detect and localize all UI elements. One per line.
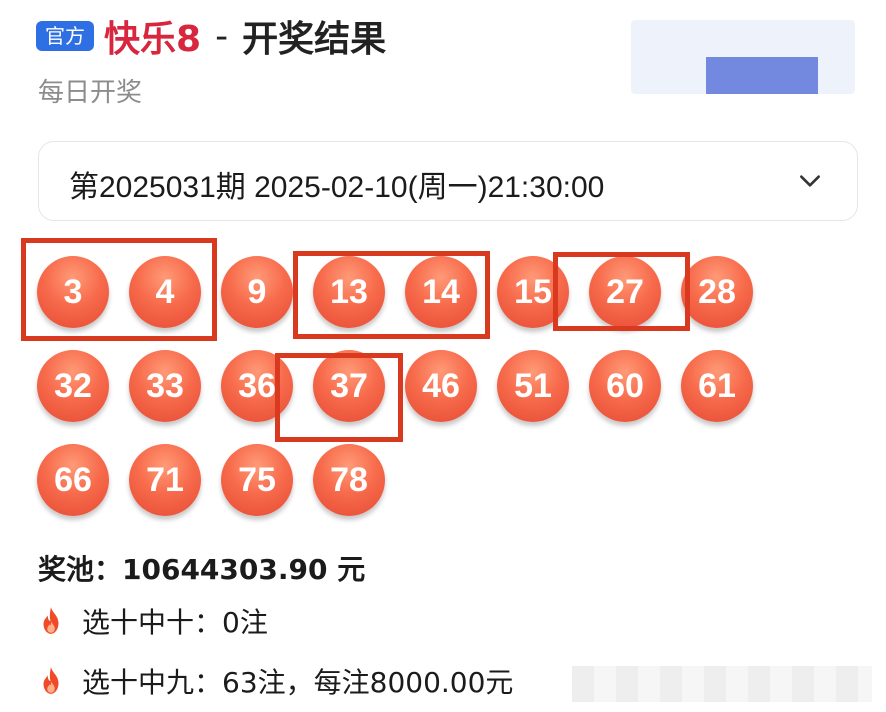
ball-number: 28: [681, 256, 753, 328]
blurred-overlay: [572, 666, 872, 702]
blurred-banner-block: [706, 57, 818, 94]
prize-text: 选十中十：0注: [82, 606, 268, 639]
title-separator: -: [215, 15, 229, 57]
highlight-box: [21, 238, 217, 341]
jackpot-pool: 奖池：10644303.90 元: [38, 553, 366, 586]
period-selector[interactable]: 第2025031期 2025-02-10(周一)21:30:00: [38, 141, 858, 221]
page-title: 开奖结果: [242, 19, 387, 60]
ball-number: 61: [681, 350, 753, 422]
ball-number: 32: [37, 350, 109, 422]
ball-number: 75: [221, 444, 293, 516]
ball-number: 78: [313, 444, 385, 516]
ball-number: 51: [497, 350, 569, 422]
fire-icon: [43, 607, 59, 634]
chevron-down-icon[interactable]: [797, 168, 823, 194]
ball-number: 46: [405, 350, 477, 422]
ball-number: 9: [221, 256, 293, 328]
official-badge: 官方: [36, 21, 94, 51]
title-row: 官方 快乐8 - 开奖结果: [36, 14, 386, 60]
highlight-box: [293, 251, 490, 339]
ball-number: 60: [589, 350, 661, 422]
highlight-box: [553, 252, 690, 331]
ball-number: 66: [37, 444, 109, 516]
highlight-box: [275, 353, 403, 442]
header: 官方 快乐8 - 开奖结果: [36, 14, 386, 60]
prize-text: 选十中九：63注，每注8000.00元: [82, 666, 514, 699]
fire-icon: [43, 667, 59, 694]
prize-row: 选十中十：0注: [38, 601, 268, 641]
game-name: 快乐8: [104, 19, 202, 60]
ball-number: 33: [129, 350, 201, 422]
ball-number: 71: [129, 444, 201, 516]
prize-row: 选十中九：63注，每注8000.00元: [38, 661, 513, 701]
draw-frequency: 每日开奖: [38, 78, 143, 108]
period-label: 第2025031期 2025-02-10(周一)21:30:00: [69, 171, 605, 204]
